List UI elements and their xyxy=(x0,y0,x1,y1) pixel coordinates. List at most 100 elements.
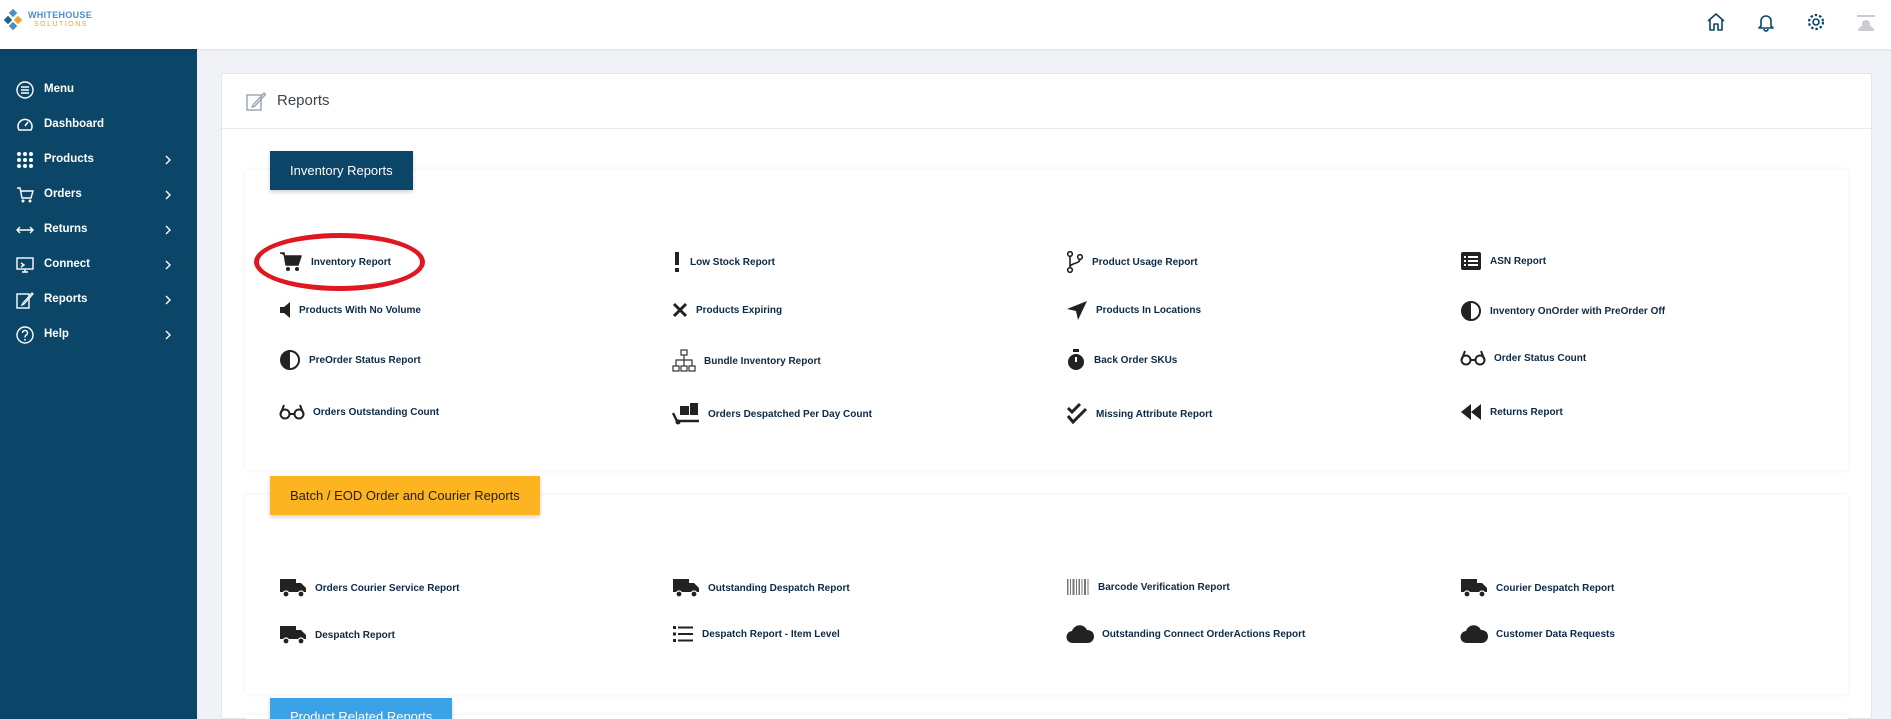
inventory-reports-tab[interactable]: Inventory Reports xyxy=(270,151,413,190)
volume-off-icon xyxy=(280,302,290,318)
brand-logo[interactable]: WHITEHOUSE SOLUTIONS xyxy=(4,9,92,31)
user-avatar-button[interactable] xyxy=(1841,10,1891,34)
page-title: Reports xyxy=(277,92,330,109)
report-orders-outstanding-count[interactable]: Orders Outstanding Count xyxy=(279,403,439,421)
report-bundle-inventory[interactable]: Bundle Inventory Report xyxy=(672,349,821,373)
report-low-stock[interactable]: Low Stock Report xyxy=(672,251,775,273)
user-avatar-icon xyxy=(1857,15,1875,31)
sidebar-item-label: Dashboard xyxy=(44,118,105,130)
card-header: Reports xyxy=(222,74,1871,129)
dashboard-icon xyxy=(17,118,33,131)
report-label: Bundle Inventory Report xyxy=(704,355,821,367)
report-customer-data-requests[interactable]: Customer Data Requests xyxy=(1460,624,1615,644)
barcode-icon xyxy=(1067,579,1089,595)
chevron-right-icon xyxy=(165,330,171,340)
chevron-right-icon xyxy=(165,155,171,165)
section-title: Product Related Reports xyxy=(290,709,433,719)
top-bar: WHITEHOUSE SOLUTIONS xyxy=(0,0,1891,49)
section-title: Inventory Reports xyxy=(290,163,393,178)
report-label: Products With No Volume xyxy=(299,304,421,316)
truck-icon xyxy=(673,579,699,598)
glasses-icon xyxy=(279,404,305,420)
report-preorder-status[interactable]: PreOrder Status Report xyxy=(279,349,421,371)
report-inventory-onorder[interactable]: Inventory OnOrder with PreOrder Off xyxy=(1460,300,1665,322)
report-label: Inventory Report xyxy=(311,256,392,268)
location-arrow-icon xyxy=(1067,301,1087,320)
report-orders-courier-service[interactable]: Orders Courier Service Report xyxy=(279,577,460,599)
edit-icon xyxy=(246,92,267,111)
sitemap-icon xyxy=(672,349,696,372)
gear-icon xyxy=(1807,13,1825,31)
chevron-right-icon xyxy=(165,260,171,270)
cloud-icon xyxy=(1066,625,1094,644)
cloud-icon xyxy=(1460,625,1488,644)
report-label: Inventory OnOrder with PreOrder Off xyxy=(1490,305,1666,317)
exclamation-icon xyxy=(675,252,679,272)
report-orders-despatched-per-day[interactable]: Orders Despatched Per Day Count xyxy=(672,403,872,425)
report-asn[interactable]: ASN Report xyxy=(1460,251,1546,271)
report-label: Order Status Count xyxy=(1494,352,1587,364)
batch-reports-tab[interactable]: Batch / EOD Order and Courier Reports xyxy=(270,476,540,515)
sidebar-item-reports[interactable]: Reports xyxy=(0,286,197,314)
arrows-icon xyxy=(16,226,34,234)
sidebar-item-orders[interactable]: Orders xyxy=(0,181,197,209)
report-products-in-locations[interactable]: Products In Locations xyxy=(1066,300,1201,320)
report-inventory[interactable]: Inventory Report xyxy=(279,251,391,273)
sidebar-item-dashboard[interactable]: Dashboard xyxy=(0,111,197,139)
report-barcode-verification[interactable]: Barcode Verification Report xyxy=(1066,577,1230,597)
diamond-logo-icon xyxy=(4,9,23,31)
backward-icon xyxy=(1461,404,1481,420)
sidebar-item-label: Returns xyxy=(44,223,88,235)
sidebar-item-menu[interactable]: Menu xyxy=(0,76,197,104)
chevron-right-icon xyxy=(165,190,171,200)
report-despatch[interactable]: Despatch Report xyxy=(279,624,395,646)
report-order-status-count[interactable]: Order Status Count xyxy=(1460,349,1586,367)
report-label: Barcode Verification Report xyxy=(1098,581,1230,593)
settings-button[interactable] xyxy=(1791,10,1841,34)
report-label: Orders Courier Service Report xyxy=(315,582,460,594)
brand-name-line1: WHITEHOUSE xyxy=(28,10,93,20)
report-label: Low Stock Report xyxy=(690,256,776,268)
report-label: Products In Locations xyxy=(1096,304,1202,316)
report-products-no-volume[interactable]: Products With No Volume xyxy=(279,300,421,320)
sidebar-item-label: Menu xyxy=(44,83,75,95)
product-reports-tab[interactable]: Product Related Reports xyxy=(270,698,453,719)
report-back-order-skus[interactable]: Back Order SKUs xyxy=(1066,349,1177,371)
report-label: Missing Attribute Report xyxy=(1096,408,1213,420)
report-outstanding-despatch[interactable]: Outstanding Despatch Report xyxy=(672,577,850,599)
cart-icon xyxy=(17,187,34,203)
report-label: PreOrder Status Report xyxy=(309,354,421,366)
dolly-icon xyxy=(672,403,699,425)
sidebar-item-products[interactable]: Products xyxy=(0,146,197,174)
report-outstanding-connect-orderactions[interactable]: Outstanding Connect OrderActions Report xyxy=(1066,624,1305,644)
sidebar-item-connect[interactable]: Connect xyxy=(0,251,197,279)
x-icon xyxy=(672,302,688,318)
truck-icon xyxy=(280,626,306,645)
report-products-expiring[interactable]: Products Expiring xyxy=(672,300,782,320)
section-title: Batch / EOD Order and Courier Reports xyxy=(290,488,520,503)
home-button[interactable] xyxy=(1691,10,1741,34)
report-despatch-item-level[interactable]: Despatch Report - Item Level xyxy=(672,624,840,644)
report-label: Courier Despatch Report xyxy=(1496,582,1615,594)
edit-icon xyxy=(16,292,34,309)
chevron-right-icon xyxy=(165,225,171,235)
sidebar-item-help[interactable]: Help xyxy=(0,321,197,349)
glasses-icon xyxy=(1460,350,1486,366)
report-label: Product Usage Report xyxy=(1092,256,1198,268)
question-icon xyxy=(16,326,34,344)
report-courier-despatch[interactable]: Courier Despatch Report xyxy=(1460,577,1614,599)
branch-icon xyxy=(1066,251,1084,273)
sidebar-item-returns[interactable]: Returns xyxy=(0,216,197,244)
home-icon xyxy=(1707,13,1725,31)
list-icon xyxy=(673,626,693,642)
report-product-usage[interactable]: Product Usage Report xyxy=(1066,251,1198,273)
monitor-icon xyxy=(16,257,34,273)
report-returns[interactable]: Returns Report xyxy=(1460,403,1563,421)
report-label: Customer Data Requests xyxy=(1496,628,1615,640)
report-missing-attribute[interactable]: Missing Attribute Report xyxy=(1066,403,1212,425)
notifications-button[interactable] xyxy=(1741,10,1791,34)
list-box-icon xyxy=(1461,252,1481,270)
report-label: Outstanding Connect OrderActions Report xyxy=(1102,628,1306,640)
report-label: Back Order SKUs xyxy=(1094,354,1178,366)
truck-icon xyxy=(280,579,306,598)
